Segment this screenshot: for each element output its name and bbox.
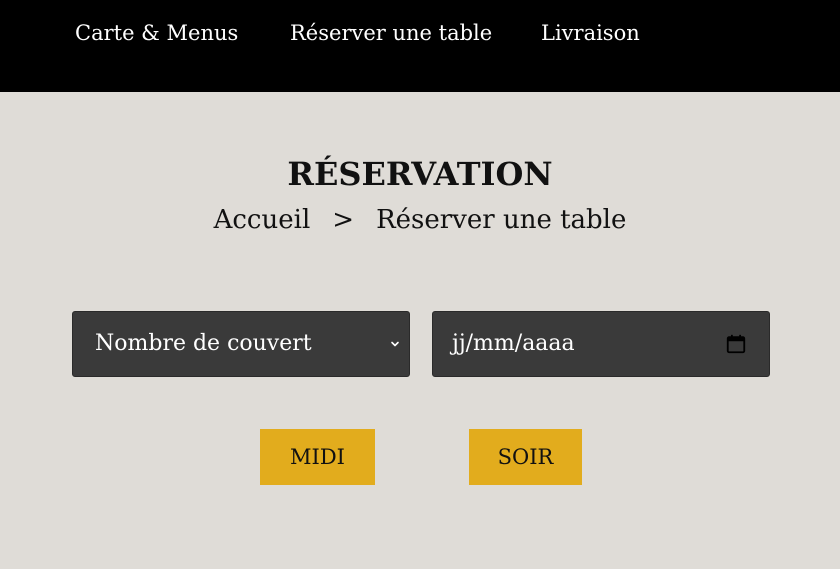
nav-link-reserver-table[interactable]: Réserver une table bbox=[290, 20, 492, 46]
breadcrumb-home-link[interactable]: Accueil bbox=[214, 205, 311, 235]
guests-select[interactable]: Nombre de couvert bbox=[72, 311, 410, 377]
breadcrumb-separator: > bbox=[332, 205, 355, 235]
nav-link-carte-menus[interactable]: Carte & Menus bbox=[75, 20, 238, 46]
chevron-down-icon bbox=[391, 341, 399, 347]
soir-button[interactable]: SOIR bbox=[469, 429, 582, 485]
calendar-icon[interactable] bbox=[725, 333, 747, 355]
breadcrumb: Accueil > Réserver une table bbox=[0, 203, 840, 237]
top-navbar: Carte & Menus Réserver une table Livrais… bbox=[0, 0, 840, 92]
nav-link-livraison[interactable]: Livraison bbox=[541, 20, 640, 46]
date-input-placeholder: jj/mm/aaaa bbox=[452, 331, 575, 356]
date-input[interactable]: jj/mm/aaaa bbox=[432, 311, 770, 377]
midi-button[interactable]: MIDI bbox=[260, 429, 375, 485]
breadcrumb-current: Réserver une table bbox=[376, 205, 627, 235]
guests-select-value: Nombre de couvert bbox=[95, 331, 312, 356]
page-title: RÉSERVATION bbox=[287, 155, 553, 193]
